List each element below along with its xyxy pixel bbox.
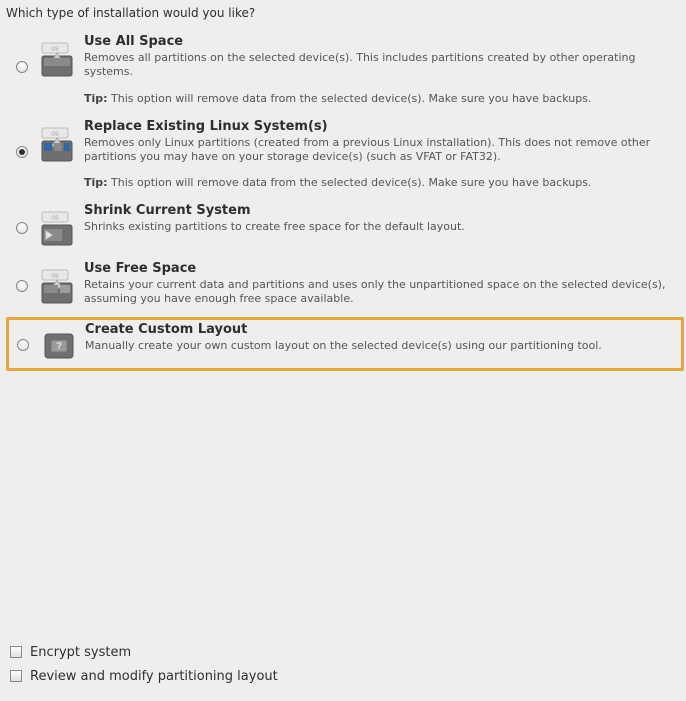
review-layout-label: Review and modify partitioning layout [30, 669, 278, 684]
option-shrink-current[interactable]: OS Shrink Current System Shrinks existin… [6, 199, 684, 255]
option-title: Replace Existing Linux System(s) [84, 119, 676, 134]
radio-use-free-space[interactable] [16, 280, 28, 292]
encrypt-system-label: Encrypt system [30, 645, 131, 660]
option-custom-layout[interactable]: ? Create Custom Layout Manually create y… [6, 317, 684, 371]
tip-text: This option will remove data from the se… [111, 92, 591, 105]
disk-all-icon: OS [40, 42, 76, 78]
icon-container: OS [32, 119, 84, 163]
option-title: Shrink Current System [84, 203, 676, 218]
bottom-checkboxes: Encrypt system Review and modify partiti… [6, 643, 278, 691]
options-list: OS Use All Space Removes all partitions … [6, 30, 684, 371]
disk-custom-icon: ? [41, 328, 77, 364]
option-replace-linux[interactable]: OS Replace Existing Linux System(s) Remo… [6, 115, 684, 198]
option-desc: Retains your current data and partitions… [84, 278, 676, 307]
option-text: Replace Existing Linux System(s) Removes… [84, 119, 680, 190]
radio-use-all-space[interactable] [16, 61, 28, 73]
tip-label: Tip: [84, 92, 108, 105]
option-title: Create Custom Layout [85, 322, 675, 337]
encrypt-system-row[interactable]: Encrypt system [6, 643, 278, 661]
radio-container [10, 34, 32, 73]
disk-free-icon: OS [40, 269, 76, 305]
option-text: Use Free Space Retains your current data… [84, 261, 680, 307]
radio-replace-linux[interactable] [16, 146, 28, 158]
disk-shrink-icon: OS [40, 211, 76, 247]
tip-label: Tip: [84, 176, 108, 189]
option-text: Create Custom Layout Manually create you… [85, 322, 679, 353]
svg-text:?: ? [56, 341, 62, 352]
radio-container [11, 322, 33, 351]
disk-replace-icon: OS [40, 127, 76, 163]
icon-container: OS [32, 203, 84, 247]
svg-text:OS: OS [51, 47, 59, 53]
encrypt-system-checkbox[interactable] [10, 646, 22, 658]
option-desc: Removes only Linux partitions (created f… [84, 136, 676, 165]
option-tip: Tip: This option will remove data from t… [84, 176, 676, 189]
review-layout-row[interactable]: Review and modify partitioning layout [6, 667, 278, 685]
installation-type-page: Which type of installation would you lik… [0, 0, 686, 701]
option-tip: Tip: This option will remove data from t… [84, 92, 676, 105]
option-text: Shrink Current System Shrinks existing p… [84, 203, 680, 234]
option-desc: Removes all partitions on the selected d… [84, 51, 676, 80]
radio-shrink-current[interactable] [16, 222, 28, 234]
icon-container: OS [32, 34, 84, 78]
page-question: Which type of installation would you lik… [6, 6, 684, 20]
review-layout-checkbox[interactable] [10, 670, 22, 682]
radio-custom-layout[interactable] [17, 339, 29, 351]
option-use-free-space[interactable]: OS Use Free Space Retains your current d… [6, 257, 684, 315]
svg-text:OS: OS [51, 131, 59, 137]
option-title: Use All Space [84, 34, 676, 49]
option-title: Use Free Space [84, 261, 676, 276]
option-desc: Manually create your own custom layout o… [85, 339, 675, 353]
tip-text: This option will remove data from the se… [111, 176, 591, 189]
radio-container [10, 203, 32, 234]
radio-container [10, 261, 32, 292]
option-text: Use All Space Removes all partitions on … [84, 34, 680, 105]
icon-container: ? [33, 322, 85, 364]
icon-container: OS [32, 261, 84, 305]
option-desc: Shrinks existing partitions to create fr… [84, 220, 676, 234]
svg-text:OS: OS [51, 274, 59, 280]
svg-text:OS: OS [51, 216, 59, 222]
option-use-all-space[interactable]: OS Use All Space Removes all partitions … [6, 30, 684, 113]
radio-container [10, 119, 32, 158]
